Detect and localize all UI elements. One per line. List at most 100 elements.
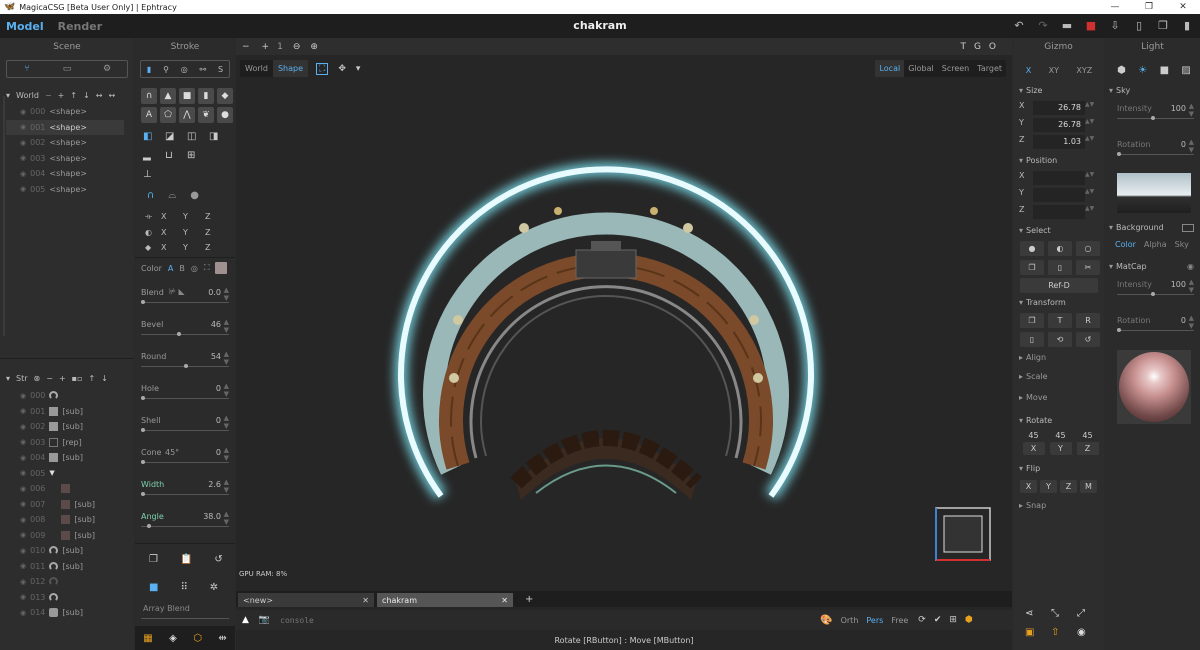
- list-item[interactable]: ◉ 000 <shape>: [6, 104, 124, 120]
- size-z-field[interactable]: 1.03: [1033, 135, 1085, 149]
- hole-slider[interactable]: Hole 0 ▲ ▼: [135, 378, 235, 410]
- scale-section[interactable]: ▸ Scale: [1013, 369, 1048, 385]
- color-b-button[interactable]: B: [179, 264, 185, 273]
- intersect-icon[interactable]: ◫: [187, 131, 209, 142]
- eye-icon[interactable]: ◉: [20, 454, 26, 462]
- select-paste-icon[interactable]: ▯: [1048, 260, 1072, 275]
- scene-folder-tab-icon[interactable]: ▭: [47, 61, 87, 77]
- str-target-icon[interactable]: ⊗: [34, 374, 41, 383]
- str-up-button[interactable]: ↑: [88, 374, 95, 383]
- select-copy-icon[interactable]: ❐: [1020, 260, 1044, 275]
- angle-slider[interactable]: Angle 38.0 ▲ ▼: [135, 506, 235, 538]
- list-item[interactable]: ◉ 009 [sub]: [6, 528, 124, 544]
- select-invert-icon[interactable]: ◐: [1048, 241, 1072, 256]
- eye-icon[interactable]: ◉: [20, 516, 26, 524]
- list-item[interactable]: ◉ 006: [6, 481, 124, 497]
- copy-file-icon[interactable]: ❐: [1156, 18, 1170, 32]
- stroke-mode-solid-icon[interactable]: ▮: [147, 65, 151, 74]
- tab-close-icon[interactable]: ✕: [501, 596, 508, 605]
- list-item[interactable]: ◉ 011 [sub]: [6, 559, 124, 575]
- open-folder-icon[interactable]: ▬: [1060, 18, 1074, 32]
- world-expand-button[interactable]: ↔: [96, 91, 103, 100]
- sky-intensity-slider[interactable]: Intensity 100 ▲ ▼: [1105, 98, 1200, 130]
- select-none-icon[interactable]: ○: [1076, 241, 1100, 256]
- grid-icon[interactable]: ⊞: [949, 615, 957, 625]
- light-camera-tab-icon[interactable]: ■: [1160, 65, 1169, 76]
- align-center-icon[interactable]: ⊞: [187, 150, 209, 161]
- record-icon[interactable]: ◉: [1077, 627, 1103, 638]
- replace-icon[interactable]: ◨: [209, 131, 231, 142]
- layers-icon[interactable]: ◈: [169, 633, 177, 644]
- close-window-button[interactable]: ✕: [1166, 0, 1200, 14]
- eye-icon[interactable]: ◉: [20, 185, 26, 193]
- cube-icon[interactable]: ⬢: [965, 615, 973, 625]
- str-down-button[interactable]: ↓: [101, 374, 108, 383]
- stroke-mode-link-icon[interactable]: ⚯: [199, 65, 206, 74]
- list-item[interactable]: ◉ 014 [sub]: [6, 605, 124, 621]
- list-item[interactable]: ◉ 010 [sub]: [6, 543, 124, 559]
- eye-icon[interactable]: ◉: [20, 123, 26, 131]
- flip-m-button[interactable]: M: [1080, 480, 1097, 493]
- pos-y-field[interactable]: [1033, 188, 1085, 202]
- light-image-tab-icon[interactable]: ▨: [1181, 65, 1190, 76]
- eye-icon[interactable]: ◉: [20, 407, 26, 415]
- add-tab-button[interactable]: +: [525, 593, 533, 607]
- select-all-icon[interactable]: ●: [1020, 241, 1044, 256]
- str-minus-button[interactable]: −: [46, 374, 53, 383]
- pyramid-tool-icon[interactable]: ▲: [160, 88, 176, 104]
- eye-icon[interactable]: ◉: [20, 154, 26, 162]
- torus-tool-icon[interactable]: ∩: [141, 88, 157, 104]
- reset-icon[interactable]: ↺: [214, 554, 222, 565]
- tab-new[interactable]: <new> ✕: [238, 593, 374, 607]
- flatten-icon[interactable]: ⊥: [143, 169, 165, 180]
- world-add-button[interactable]: +: [58, 91, 65, 100]
- list-item[interactable]: ◉ 004 <shape>: [6, 166, 124, 182]
- matcap-rotation-slider[interactable]: Rotation 0 ▲ ▼: [1105, 310, 1200, 342]
- sphere-tool-icon[interactable]: ●: [217, 107, 233, 123]
- world-up-button[interactable]: ↑: [70, 91, 77, 100]
- stroke-mode-s-tab[interactable]: S: [218, 65, 223, 74]
- world-scrollbar[interactable]: [3, 96, 5, 336]
- list-item[interactable]: ◉ 008 [sub]: [6, 512, 124, 528]
- matcap-section[interactable]: ▾ MatCap ◉: [1105, 259, 1200, 275]
- rotate-x-button[interactable]: X: [1022, 442, 1045, 455]
- scene-settings-tab-icon[interactable]: ⚙: [87, 61, 127, 77]
- file-icon[interactable]: ▯: [1132, 18, 1146, 32]
- align-bottom-icon[interactable]: ⊔: [165, 150, 187, 161]
- model-canvas[interactable]: [236, 38, 1012, 598]
- array-single-icon[interactable]: ■: [149, 582, 158, 593]
- share-icon[interactable]: ⋖: [1025, 608, 1051, 619]
- matcap-preview[interactable]: [1117, 350, 1191, 424]
- save-icon[interactable]: ■: [1084, 18, 1098, 32]
- list-item[interactable]: ◉ 005 ▼: [6, 466, 124, 482]
- union-icon[interactable]: ◧: [143, 131, 165, 142]
- size-x-field[interactable]: 26.78: [1033, 101, 1085, 115]
- background-color-swatch[interactable]: [1182, 224, 1194, 232]
- round-mode-a-icon[interactable]: ∩: [147, 190, 154, 201]
- color-swatch[interactable]: [215, 262, 228, 274]
- flip-y-button[interactable]: Y: [1040, 480, 1057, 493]
- transform-section[interactable]: ▾ Transform: [1013, 295, 1066, 311]
- copy-icon[interactable]: ❐: [149, 554, 158, 565]
- render-mode-tab[interactable]: Render: [58, 20, 103, 33]
- view-cube[interactable]: [935, 507, 991, 561]
- tab-close-icon[interactable]: ✕: [362, 596, 369, 605]
- eye-icon[interactable]: ◉: [20, 547, 26, 555]
- rotate-z-button[interactable]: Z: [1076, 442, 1099, 455]
- size-section[interactable]: ▾ Size: [1013, 83, 1042, 99]
- transform-rotate-icon[interactable]: ⟲: [1048, 332, 1072, 347]
- world-collapse-button[interactable]: ↔: [108, 91, 115, 100]
- eye-icon[interactable]: ◉: [20, 438, 26, 446]
- align-section[interactable]: ▸ Align: [1013, 350, 1046, 366]
- eye-icon[interactable]: ◉: [20, 139, 26, 147]
- eye-icon[interactable]: ◉: [20, 423, 26, 431]
- frame-icon[interactable]: ▣: [1025, 627, 1051, 638]
- scale-tool-icon[interactable]: ⤡: [1051, 608, 1077, 619]
- eye-icon[interactable]: ◉: [20, 485, 26, 493]
- group-expand-icon[interactable]: ▼: [49, 469, 54, 477]
- blend-mode-icon[interactable]: ⊭ ◣: [169, 287, 185, 296]
- round-mode-c-icon[interactable]: ●: [190, 190, 199, 201]
- matcap-intensity-slider[interactable]: Intensity 100 ▲ ▼: [1105, 274, 1200, 306]
- cube-view-icon[interactable]: ⬡: [193, 633, 202, 644]
- view-orth-button[interactable]: Orth: [841, 616, 859, 625]
